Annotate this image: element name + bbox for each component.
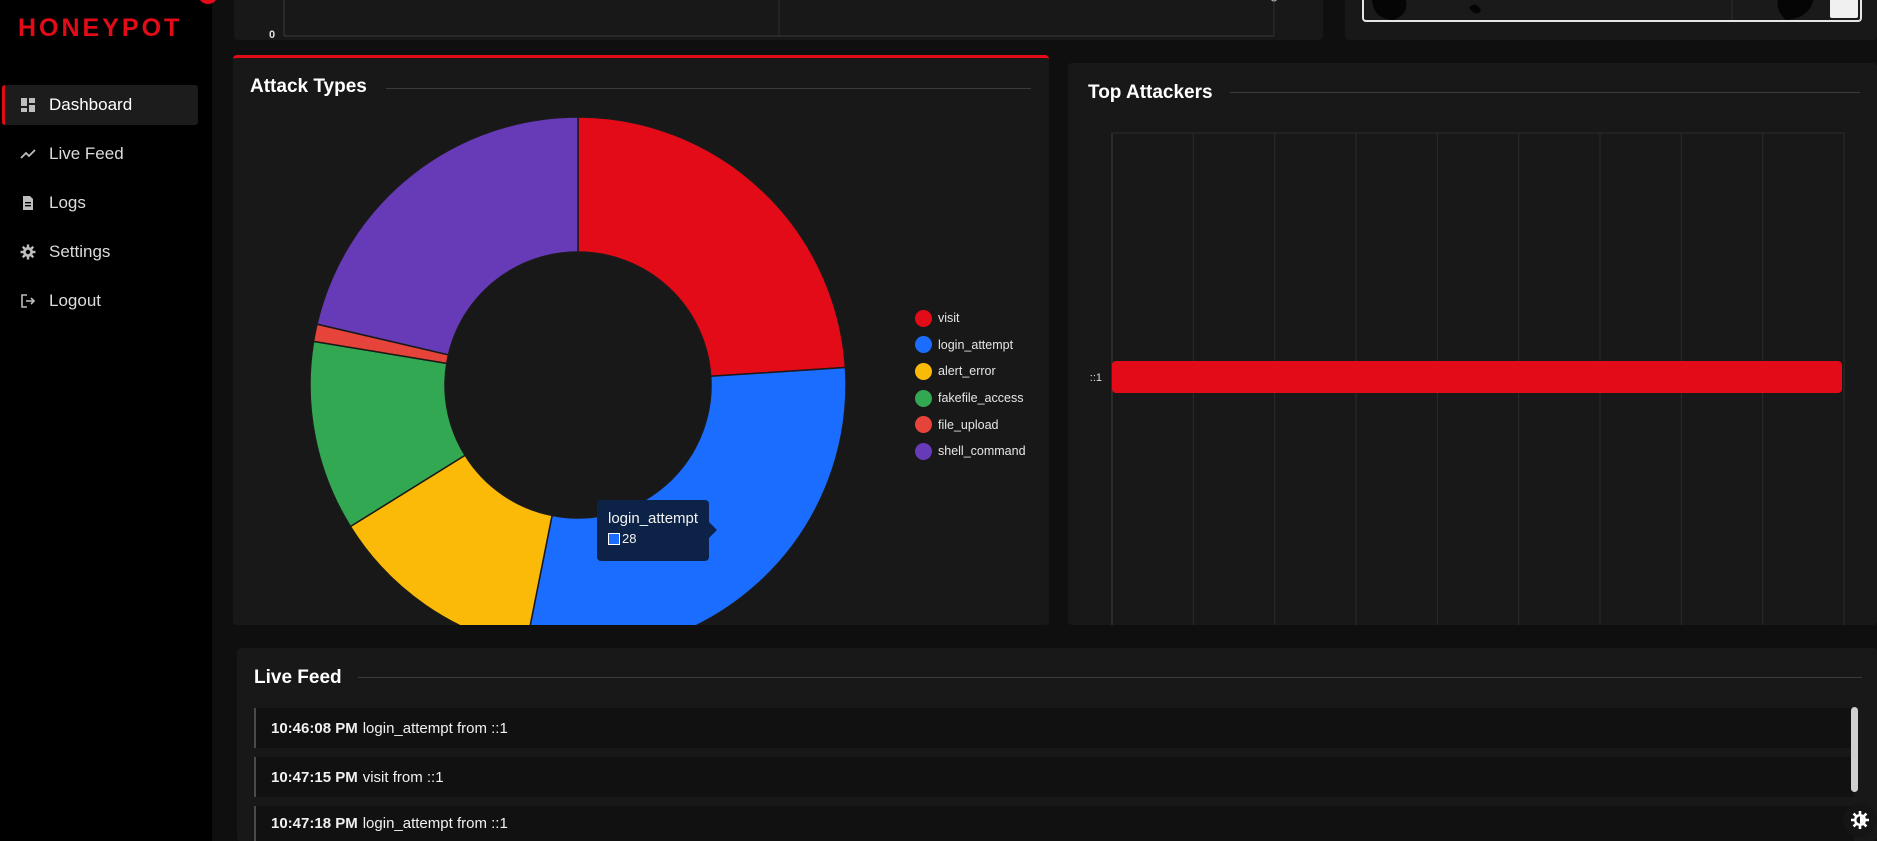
sidebar: HONEYPOT Dashboard Live Feed Logs Settin… bbox=[0, 0, 218, 841]
sidebar-item-logs[interactable]: Logs bbox=[2, 183, 198, 223]
chart-tooltip: login_attempt 28 bbox=[597, 500, 717, 561]
sidebar-nav: Dashboard Live Feed Logs Settings Logout bbox=[2, 85, 198, 330]
legend-label: shell_command bbox=[938, 444, 1026, 459]
document-icon bbox=[20, 195, 36, 211]
top-attackers-title: Top Attackers bbox=[1088, 82, 1213, 103]
top-attackers-panel: Top Attackers bbox=[1068, 63, 1877, 625]
map-land-shapes bbox=[1372, 0, 1814, 20]
axis-tick-zero: 0 bbox=[269, 29, 276, 40]
dashboard-icon bbox=[20, 97, 36, 113]
list-item[interactable]: 10:46:08 PM login_attempt from ::1 bbox=[254, 708, 1854, 748]
legend-item[interactable]: login_attempt bbox=[915, 332, 1026, 359]
list-item[interactable]: 10:47:15 PM visit from ::1 bbox=[254, 757, 1854, 797]
map-zoom-control[interactable] bbox=[1830, 0, 1858, 18]
feed-time: 10:47:18 PM bbox=[271, 815, 358, 832]
sidebar-item-label: Settings bbox=[49, 242, 111, 261]
live-feed-title: Live Feed bbox=[254, 667, 342, 688]
legend-swatch bbox=[915, 362, 932, 380]
notification-dot bbox=[198, 0, 218, 4]
title-divider bbox=[358, 677, 1862, 678]
legend-swatch bbox=[915, 336, 932, 354]
legend-item[interactable]: shell_command bbox=[915, 438, 1026, 465]
legend-item[interactable]: fakefile_access bbox=[915, 385, 1026, 412]
sidebar-item-label: Dashboard bbox=[49, 95, 133, 114]
attack-types-title: Attack Types bbox=[250, 76, 367, 97]
tooltip-value-row: 28 bbox=[608, 531, 698, 546]
legend-item[interactable]: file_upload bbox=[915, 411, 1026, 438]
legend-item[interactable]: alert_error bbox=[915, 358, 1026, 385]
timeline-chart-panel: 0 bbox=[234, 0, 1323, 40]
sidebar-item-dashboard[interactable]: Dashboard bbox=[2, 85, 198, 125]
trend-line-icon bbox=[20, 146, 36, 162]
timeline-chart bbox=[283, 0, 1277, 37]
legend-label: fakefile_access bbox=[938, 391, 1024, 406]
attack-map-panel bbox=[1345, 0, 1877, 40]
legend-swatch bbox=[915, 416, 932, 434]
legend-item[interactable]: visit bbox=[915, 305, 1026, 332]
sidebar-item-logout[interactable]: Logout bbox=[2, 281, 198, 321]
sidebar-item-settings[interactable]: Settings bbox=[2, 232, 198, 272]
legend-swatch bbox=[915, 389, 932, 407]
sidebar-item-label: Live Feed bbox=[49, 144, 124, 163]
tooltip-value: 28 bbox=[622, 531, 637, 546]
legend-swatch bbox=[915, 442, 932, 460]
sidebar-item-label: Logs bbox=[49, 193, 86, 212]
brand-logo[interactable]: HONEYPOT bbox=[18, 14, 182, 43]
feed-time: 10:47:15 PM bbox=[271, 768, 358, 786]
legend-label: alert_error bbox=[938, 364, 996, 379]
legend-swatch bbox=[915, 309, 932, 327]
title-divider bbox=[1230, 92, 1860, 93]
sun-icon bbox=[1851, 811, 1869, 829]
title-divider bbox=[386, 88, 1031, 89]
legend-label: login_attempt bbox=[938, 337, 1014, 352]
logout-icon bbox=[20, 293, 36, 309]
feed-text: visit from ::1 bbox=[362, 768, 444, 786]
attack-map[interactable] bbox=[1362, 0, 1862, 22]
legend-label: file_upload bbox=[938, 417, 999, 432]
feed-scrollbar[interactable] bbox=[1851, 707, 1858, 792]
sidebar-item-live-feed[interactable]: Live Feed bbox=[2, 134, 198, 174]
list-item[interactable]: 10:47:18 PM login_attempt from ::1 bbox=[254, 806, 1854, 841]
tooltip-swatch bbox=[608, 532, 620, 545]
theme-toggle-button[interactable] bbox=[1843, 803, 1877, 837]
gear-icon bbox=[20, 244, 36, 260]
feed-text: login_attempt from ::1 bbox=[362, 719, 508, 737]
feed-text: login_attempt from ::1 bbox=[362, 815, 508, 832]
attack-types-legend: visit login_attempt alert_error fakefile… bbox=[915, 305, 1026, 465]
legend-label: visit bbox=[938, 311, 960, 326]
feed-time: 10:46:08 PM bbox=[271, 719, 358, 737]
tooltip-label: login_attempt bbox=[608, 510, 699, 527]
sidebar-item-label: Logout bbox=[49, 291, 101, 310]
